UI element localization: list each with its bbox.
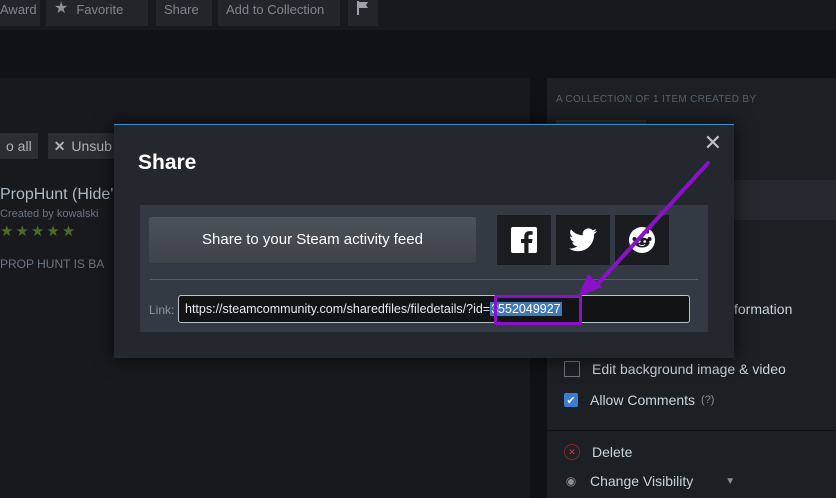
- annotation-arrow: [578, 161, 710, 297]
